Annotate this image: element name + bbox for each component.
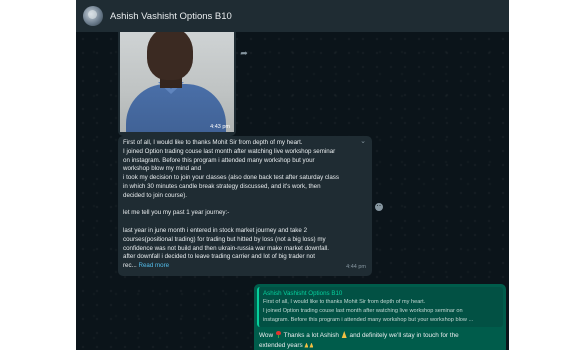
message-line: I joined Option trading couse last month… bbox=[123, 147, 336, 155]
praying-hands-emoji bbox=[309, 342, 314, 348]
message-list: 4:43 pm ➦ ⌄ First of all, I would like t… bbox=[76, 32, 509, 350]
quoted-line: First of all, I would like to thanks Moh… bbox=[263, 299, 426, 305]
quoted-line: I joined Option trading couse last month… bbox=[263, 308, 463, 314]
read-more-link[interactable]: Read more bbox=[139, 262, 170, 269]
reply-text-part: and definitely we'll stay in touch for t… bbox=[347, 332, 459, 339]
forward-icon[interactable]: ➦ bbox=[238, 47, 250, 59]
image-message[interactable]: 4:43 pm bbox=[118, 32, 236, 136]
message-line: courses(positional trading) for trading … bbox=[123, 235, 326, 243]
chat-header[interactable]: Ashish Vashisht Options B10 bbox=[76, 0, 509, 32]
praying-hands-emoji bbox=[304, 342, 309, 348]
message-line: i took my decision to join your classes … bbox=[123, 174, 339, 182]
emoji-icon[interactable] bbox=[375, 203, 383, 211]
reply-text-part: Thanks a lot Ashish bbox=[281, 332, 341, 339]
message-line: last year in june month i entered in sto… bbox=[123, 226, 308, 234]
rose-emoji bbox=[275, 331, 282, 338]
message-line: confidence was not build and then ukrain… bbox=[123, 244, 330, 252]
quoted-line: instagram. Before this program i attende… bbox=[263, 317, 474, 323]
text-timestamp: 4:44 pm bbox=[346, 264, 366, 271]
chat-window: Ashish Vashisht Options B10 4:43 pm ➦ ⌄ … bbox=[76, 0, 509, 350]
praying-hands-emoji bbox=[341, 331, 347, 338]
reply-text: Wow Thanks a lot Ashish and definitely w… bbox=[259, 331, 503, 350]
quoted-message[interactable]: Ashish Vashisht Options B10 First of all… bbox=[257, 287, 503, 327]
truncated-text: rec... bbox=[123, 262, 137, 270]
message-line: decided to join course). bbox=[123, 191, 187, 199]
reply-text-part: extended years bbox=[259, 341, 305, 349]
group-avatar[interactable] bbox=[83, 6, 103, 26]
photo-person-head bbox=[147, 32, 193, 80]
message-line: workshop blow my mind and bbox=[123, 165, 202, 173]
message-line: on instagram. Before this program i atte… bbox=[123, 156, 315, 164]
reply-message[interactable]: Ashish Vashisht Options B10 First of all… bbox=[254, 284, 506, 350]
message-line: let me tell you my past 1 year journey:- bbox=[123, 209, 230, 217]
message-line: rec... Read more bbox=[123, 262, 366, 271]
chevron-down-icon[interactable]: ⌄ bbox=[359, 138, 367, 146]
reply-text-part: Wow bbox=[259, 332, 275, 339]
quoted-sender: Ashish Vashisht Options B10 bbox=[263, 290, 343, 297]
message-line: after downfall i decided to leave tradin… bbox=[123, 253, 315, 261]
message-line: in which 30 minutes candle break strateg… bbox=[123, 182, 321, 190]
chat-title[interactable]: Ashish Vashisht Options B10 bbox=[110, 11, 232, 22]
message-photo[interactable] bbox=[120, 32, 234, 132]
image-timestamp: 4:43 pm bbox=[210, 124, 230, 130]
message-line: First of all, I would like to thanks Moh… bbox=[123, 139, 303, 146]
text-message[interactable]: ⌄ First of all, I would like to thanks M… bbox=[118, 136, 372, 276]
